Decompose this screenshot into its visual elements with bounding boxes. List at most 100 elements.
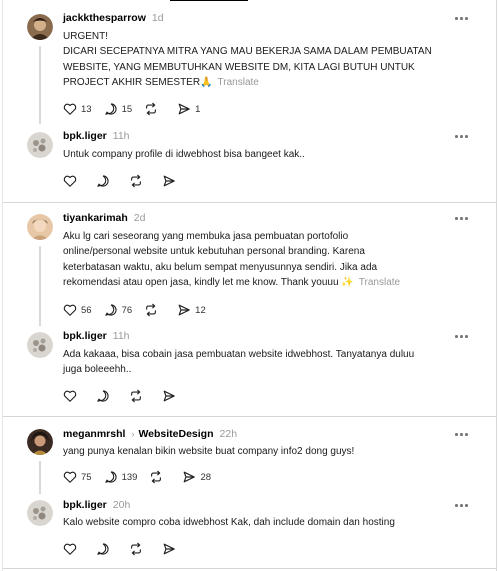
thread-connector <box>39 46 41 124</box>
action-bar <box>63 541 195 557</box>
username[interactable]: meganmrshl <box>63 428 125 440</box>
more-dots-icon[interactable] <box>453 13 469 23</box>
share-button[interactable] <box>162 542 176 556</box>
reply-count: 139 <box>121 471 138 483</box>
repost-button[interactable] <box>144 303 158 317</box>
username[interactable]: jackkthesparrow <box>63 12 146 24</box>
share-icon <box>162 542 176 556</box>
share-icon <box>162 174 176 188</box>
action-bar: 13 15 1 <box>63 101 212 117</box>
heart-icon <box>63 470 77 484</box>
thread-divider <box>3 416 497 417</box>
repost-icon <box>129 174 143 188</box>
reply-text: Ada kakaaa, bisa cobain jasa pembuatan w… <box>63 347 473 378</box>
repost-icon <box>144 303 158 317</box>
username[interactable]: bpk.liger <box>63 130 107 142</box>
avatar[interactable] <box>27 214 53 240</box>
post-time: 2d <box>133 212 146 224</box>
post-time: 11h <box>112 330 130 342</box>
share-icon <box>177 303 191 317</box>
post-line: Ada kakaaa, bisa cobain jasa pembuatan w… <box>63 349 415 360</box>
chevron-right-icon: › <box>131 429 135 439</box>
post-line: Untuk company profile di idwebhost bisa … <box>63 149 305 160</box>
avatar[interactable] <box>27 429 53 455</box>
like-button[interactable]: 75 <box>63 470 92 484</box>
repost-button[interactable] <box>129 389 143 403</box>
post-time: 11h <box>112 130 130 142</box>
reply-text: Kalo website compro coba idwebhost Kak, … <box>63 515 473 530</box>
topic-tag[interactable]: WebsiteDesign <box>138 428 213 440</box>
like-button[interactable]: 56 <box>63 303 92 317</box>
more-dots-icon[interactable] <box>453 331 469 341</box>
share-button[interactable]: 12 <box>177 303 206 317</box>
post-line: yang punya kenalan bikin website buat co… <box>63 446 355 457</box>
more-dots-icon[interactable] <box>453 131 469 141</box>
heart-icon <box>63 303 77 317</box>
more-dots-icon[interactable] <box>453 429 469 439</box>
repost-button[interactable] <box>144 102 158 116</box>
reply-button[interactable]: 15 <box>104 102 133 116</box>
reply-button[interactable] <box>96 542 110 556</box>
action-bar: 56 76 12 <box>63 302 218 318</box>
avatar[interactable] <box>27 132 53 158</box>
share-count: 12 <box>195 304 206 316</box>
active-tab-indicator <box>170 0 248 1</box>
comment-icon <box>104 303 118 317</box>
thread-divider <box>3 202 497 203</box>
username[interactable]: tiyankarimah <box>63 212 128 224</box>
frame-right-border <box>496 0 497 571</box>
comment-icon <box>104 102 118 116</box>
post-time: 20h <box>112 499 131 511</box>
repost-button[interactable] <box>129 174 143 188</box>
avatar[interactable] <box>27 332 53 358</box>
share-button[interactable]: 1 <box>177 102 200 116</box>
reply-count: 15 <box>121 103 133 115</box>
share-icon <box>182 470 196 484</box>
translate-link[interactable]: Translate <box>359 277 400 288</box>
thread-connector <box>39 461 41 494</box>
like-button[interactable] <box>63 389 77 403</box>
avatar[interactable] <box>27 500 53 526</box>
like-button[interactable] <box>63 542 77 556</box>
translate-link[interactable]: Translate <box>218 77 259 88</box>
post-text: URGENT! DICARI SECEPATNYA MITRA YANG MAU… <box>63 29 473 90</box>
username[interactable]: bpk.liger <box>63 499 107 511</box>
top-edge <box>0 0 499 3</box>
more-dots-icon[interactable] <box>453 500 469 510</box>
share-icon <box>177 102 191 116</box>
action-bar <box>63 388 195 404</box>
reply-button[interactable]: 76 <box>104 303 132 317</box>
post-line: Kalo website compro coba idwebhost Kak, … <box>63 517 395 528</box>
reply-button[interactable] <box>96 174 110 188</box>
share-button[interactable] <box>162 389 176 403</box>
reply-button[interactable] <box>96 389 110 403</box>
post-line: Aku lg cari seseorang yang membuka jasa … <box>63 231 349 242</box>
comment-icon <box>96 174 110 188</box>
like-button[interactable] <box>63 174 77 188</box>
repost-button[interactable] <box>129 542 143 556</box>
thread-connector <box>39 246 41 326</box>
post-time: 22h <box>219 428 238 440</box>
reply-text: Untuk company profile di idwebhost bisa … <box>63 147 473 162</box>
post-line: rekomendasi atau open jasa, kindly let m… <box>63 276 354 288</box>
share-button[interactable]: 28 <box>182 470 211 484</box>
post-line: juga boleeehh.. <box>63 364 132 376</box>
heart-icon <box>63 174 77 188</box>
heart-icon <box>63 389 77 403</box>
share-icon <box>162 389 176 403</box>
repost-button[interactable] <box>149 470 163 484</box>
like-button[interactable]: 13 <box>63 102 92 116</box>
avatar[interactable] <box>27 14 53 40</box>
action-bar <box>63 173 195 189</box>
more-dots-icon[interactable] <box>453 213 469 223</box>
share-button[interactable] <box>162 174 176 188</box>
like-count: 13 <box>81 103 92 115</box>
username[interactable]: bpk.liger <box>63 330 107 342</box>
post-line: keterbatasan waktu, aku belum sempat men… <box>63 261 378 273</box>
reply-button[interactable]: 139 <box>104 470 138 484</box>
like-count: 56 <box>81 304 92 316</box>
post-line: online/personal website untuk kebutuhan … <box>63 246 365 258</box>
frame-left-border <box>2 0 3 571</box>
repost-icon <box>129 542 143 556</box>
heart-icon <box>63 102 77 116</box>
